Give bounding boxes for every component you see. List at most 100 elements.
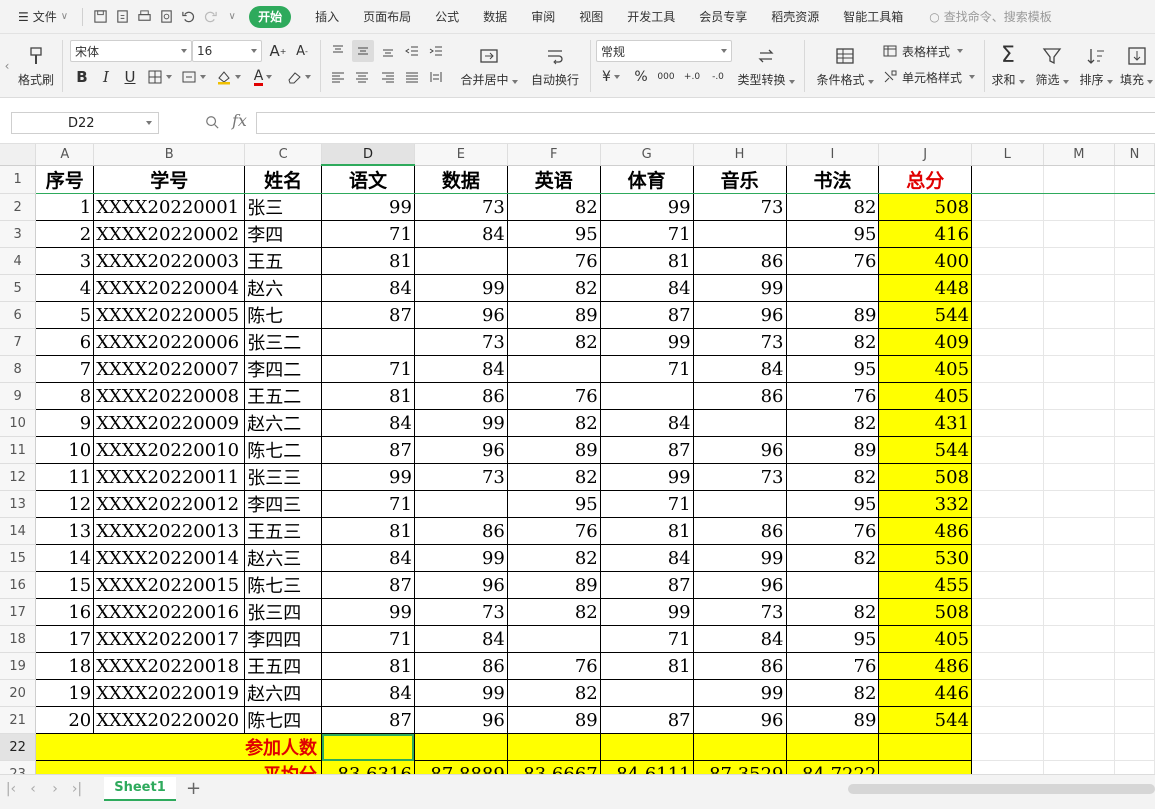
row-header[interactable]: 21 [0, 706, 37, 734]
data-cell[interactable]: 76 [506, 247, 601, 275]
tab-developer[interactable]: 开发工具 [615, 6, 687, 28]
empty-cell[interactable] [1043, 571, 1116, 599]
data-cell[interactable]: XXXX20220009 [93, 409, 246, 437]
data-cell[interactable]: XXXX20220019 [93, 679, 246, 707]
data-cell[interactable]: 84 [321, 544, 415, 572]
data-cell[interactable] [692, 409, 787, 437]
empty-cell[interactable] [971, 544, 1044, 572]
row-header[interactable]: 11 [0, 436, 37, 464]
command-search[interactable]: ○ 查找命令、搜索模板 [929, 8, 1052, 25]
total-cell[interactable]: 508 [878, 193, 973, 221]
data-cell[interactable]: 86 [692, 652, 787, 680]
data-cell[interactable]: 3 [35, 247, 95, 275]
empty-cell[interactable] [971, 220, 1044, 248]
formula-input[interactable] [256, 112, 1155, 134]
data-cell[interactable]: 张三二 [244, 328, 323, 356]
row-header[interactable]: 6 [0, 301, 37, 329]
prev-sheet-icon[interactable]: ‹ [22, 781, 44, 797]
data-cell[interactable]: 87 [321, 571, 415, 599]
cell-style-menu-button[interactable]: 单元格样式 [882, 66, 978, 88]
data-cell[interactable]: 87 [321, 436, 415, 464]
font-name-select[interactable]: 宋体 [70, 40, 192, 62]
decrease-indent-icon[interactable] [402, 40, 422, 62]
data-cell[interactable]: 84 [692, 625, 787, 653]
column-header-j[interactable]: J [878, 144, 973, 166]
redo-icon[interactable] [201, 8, 219, 26]
data-cell[interactable]: 76 [785, 247, 880, 275]
total-cell[interactable]: 405 [878, 625, 973, 653]
column-title-cell[interactable]: 总分 [878, 164, 973, 194]
column-header-a[interactable]: A [35, 144, 95, 166]
data-cell[interactable] [506, 355, 601, 383]
row-header[interactable]: 17 [0, 598, 37, 626]
row-header[interactable]: 3 [0, 220, 37, 248]
total-cell[interactable]: 486 [878, 652, 973, 680]
data-cell[interactable]: 李四 [244, 220, 323, 248]
empty-cell[interactable] [1114, 382, 1155, 410]
quick-access-dropdown-icon[interactable]: ∨ [223, 8, 241, 26]
row-header[interactable]: 22 [0, 733, 37, 761]
data-cell[interactable]: XXXX20220010 [93, 436, 246, 464]
data-cell[interactable]: 99 [599, 328, 694, 356]
data-cell[interactable]: 81 [321, 652, 415, 680]
data-cell[interactable]: 71 [599, 625, 694, 653]
data-cell[interactable]: XXXX20220014 [93, 544, 246, 572]
data-cell[interactable]: 71 [321, 220, 415, 248]
total-cell[interactable]: 400 [878, 247, 973, 275]
data-cell[interactable]: 赵六四 [244, 679, 323, 707]
empty-cell[interactable] [1114, 652, 1155, 680]
currency-button[interactable]: ¥ [596, 66, 626, 88]
bold-button[interactable]: B [72, 66, 92, 88]
empty-cell[interactable] [1114, 355, 1155, 383]
column-header-e[interactable]: E [414, 144, 508, 166]
data-cell[interactable]: 赵六三 [244, 544, 323, 572]
data-cell[interactable]: 71 [599, 490, 694, 518]
data-cell[interactable]: 81 [599, 652, 694, 680]
data-cell[interactable]: 5 [35, 301, 95, 329]
data-cell[interactable]: 99 [599, 463, 694, 491]
empty-cell[interactable] [1043, 625, 1116, 653]
data-cell[interactable]: 96 [692, 436, 787, 464]
underline-button[interactable]: U [120, 66, 140, 88]
data-cell[interactable]: 71 [321, 625, 415, 653]
data-cell[interactable]: 73 [692, 463, 787, 491]
data-cell[interactable]: 96 [413, 436, 508, 464]
total-cell[interactable]: 530 [878, 544, 973, 572]
empty-cell[interactable] [971, 625, 1044, 653]
column-title-cell[interactable]: 语文 [321, 164, 415, 194]
data-cell[interactable]: 18 [35, 652, 95, 680]
justify-icon[interactable] [402, 66, 422, 88]
column-title-cell[interactable]: 序号 [35, 164, 95, 194]
data-cell[interactable]: 76 [506, 652, 601, 680]
row-header[interactable]: 15 [0, 544, 37, 572]
data-cell[interactable]: 76 [785, 517, 880, 545]
data-cell[interactable]: 76 [785, 382, 880, 410]
data-cell[interactable]: 87 [321, 301, 415, 329]
align-center-icon[interactable] [352, 66, 372, 88]
tab-smart-toolbox[interactable]: 智能工具箱 [831, 6, 915, 28]
total-cell[interactable]: 508 [878, 598, 973, 626]
data-cell[interactable]: 99 [692, 544, 787, 572]
data-cell[interactable]: 84 [692, 355, 787, 383]
data-cell[interactable]: XXXX20220013 [93, 517, 246, 545]
empty-cell[interactable] [1114, 328, 1155, 356]
data-cell[interactable]: XXXX20220017 [93, 625, 246, 653]
data-cell[interactable]: 84 [321, 409, 415, 437]
tab-page-layout[interactable]: 页面布局 [351, 6, 423, 28]
export-pdf-icon[interactable] [113, 8, 131, 26]
font-grow-button[interactable]: A + [268, 40, 288, 62]
data-cell[interactable]: 张三四 [244, 598, 323, 626]
empty-cell[interactable] [971, 355, 1044, 383]
type-convert-button[interactable]: 类型转换 [736, 40, 796, 92]
font-size-select[interactable]: 16 [192, 40, 262, 62]
data-cell[interactable]: 82 [785, 598, 880, 626]
summary-value-cell[interactable]: 84.6111 [599, 760, 694, 774]
empty-cell[interactable] [1043, 490, 1116, 518]
data-cell[interactable]: 76 [785, 652, 880, 680]
total-cell[interactable]: 508 [878, 463, 973, 491]
font-color-button[interactable]: A [248, 66, 278, 88]
align-middle-icon[interactable] [352, 40, 374, 62]
row-header[interactable]: 12 [0, 463, 37, 491]
data-cell[interactable]: 95 [785, 355, 880, 383]
empty-cell[interactable] [1114, 165, 1155, 194]
